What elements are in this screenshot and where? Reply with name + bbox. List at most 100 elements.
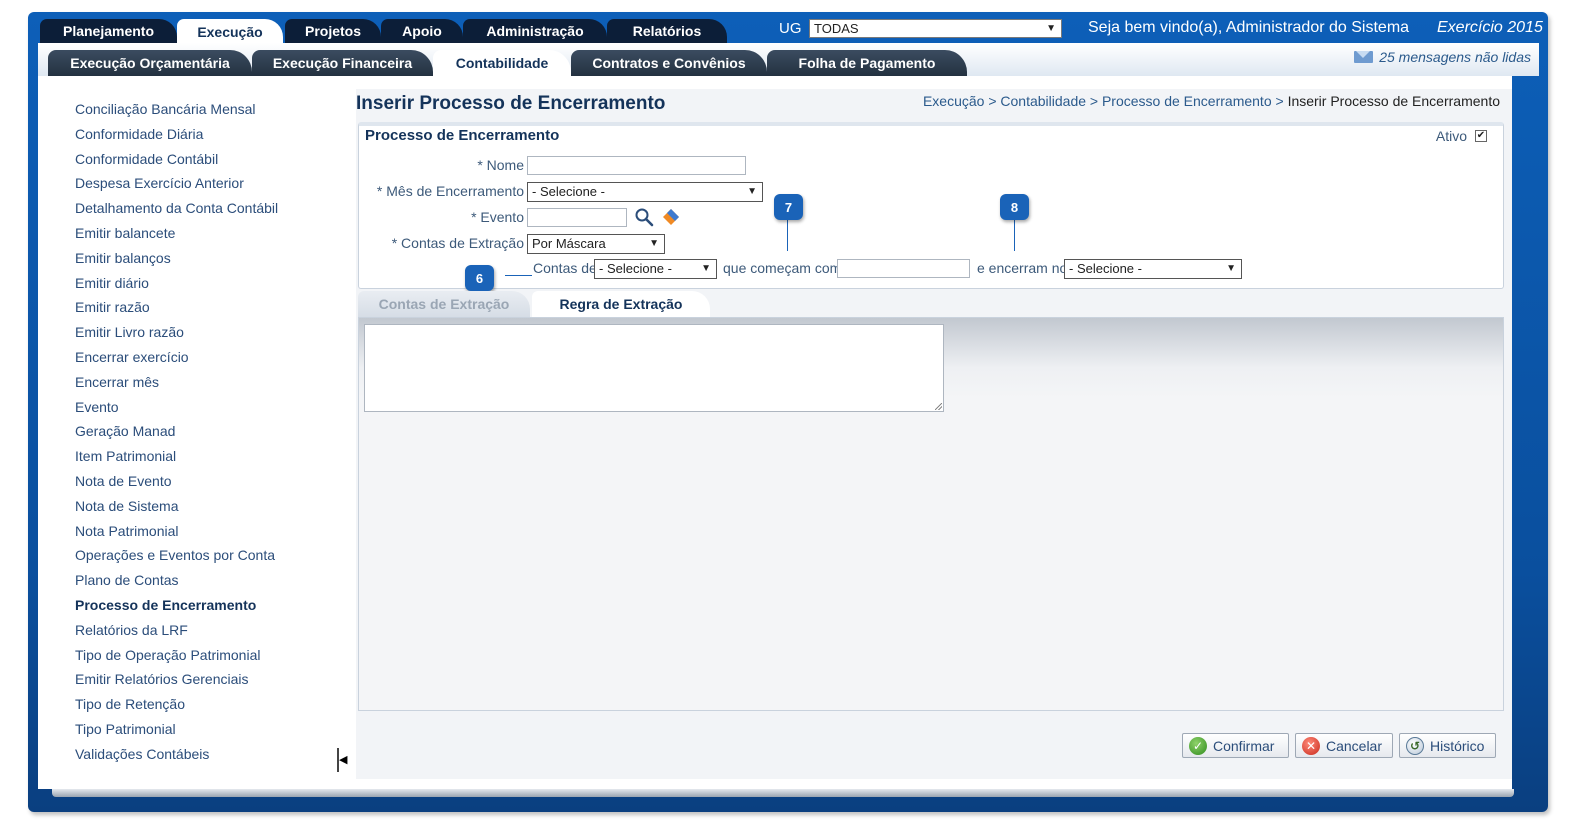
mail-icon bbox=[1354, 51, 1374, 63]
sidebar-item-conformidade-contabil[interactable]: Conformidade Contábil bbox=[75, 147, 355, 172]
dropdown-arrow-icon: ▼ bbox=[747, 186, 757, 197]
comecam-com-label: que começam com bbox=[723, 260, 842, 276]
sub-tab-contabilidade[interactable]: Contabilidade bbox=[433, 50, 571, 76]
cancelar-label: Cancelar bbox=[1325, 737, 1382, 754]
ativo-checkbox[interactable]: ✔ bbox=[1475, 130, 1487, 142]
sidebar-item-tipo-retencao[interactable]: Tipo de Retenção bbox=[75, 692, 355, 717]
sidebar-item-relatorios-lrf[interactable]: Relatórios da LRF bbox=[75, 618, 355, 643]
sidebar-item-emitir-balancos[interactable]: Emitir balanços bbox=[75, 246, 355, 271]
dropdown-arrow-icon: ▼ bbox=[1046, 23, 1056, 34]
encerram-no-label: e encerram no bbox=[977, 260, 1068, 276]
search-icon[interactable] bbox=[634, 207, 654, 227]
dropdown-arrow-icon: ▼ bbox=[1226, 263, 1236, 274]
top-tab-apoio[interactable]: Apoio bbox=[381, 19, 463, 43]
sidebar-item-geracao-manad[interactable]: Geração Manad bbox=[75, 419, 355, 444]
sidebar-item-operacoes-eventos[interactable]: Operações e Eventos por Conta bbox=[75, 543, 355, 568]
confirm-check-icon: ✓ bbox=[1189, 736, 1207, 755]
breadcrumb-current: Inserir Processo de Encerramento bbox=[1287, 93, 1500, 109]
sidebar-item-relatorios-gerenciais[interactable]: Emitir Relatórios Gerenciais bbox=[75, 667, 355, 692]
sub-tab-folha-pagamento[interactable]: Folha de Pagamento bbox=[767, 50, 967, 76]
page-title: Inserir Processo de Encerramento bbox=[356, 93, 666, 114]
ug-select[interactable]: TODAS ▼ bbox=[809, 19, 1062, 38]
sidebar-item-conciliacao-bancaria[interactable]: Conciliação Bancária Mensal bbox=[75, 97, 355, 122]
sidebar-item-despesa-exercicio-anterior[interactable]: Despesa Exercício Anterior bbox=[75, 171, 355, 196]
top-tab-relatorios[interactable]: Relatórios bbox=[607, 19, 727, 43]
confirmar-button[interactable]: ✓ Confirmar bbox=[1182, 733, 1289, 758]
dropdown-arrow-icon: ▼ bbox=[701, 263, 711, 274]
top-tab-execucao[interactable]: Execução bbox=[177, 19, 283, 44]
main-area: Conciliação Bancária Mensal Conformidade… bbox=[38, 76, 1512, 789]
form-panel: Processo de Encerramento Ativo ✔ * Nome … bbox=[358, 122, 1504, 291]
messages-link[interactable]: 25 mensagens não lidas bbox=[1354, 49, 1531, 65]
content-area: Inserir Processo de Encerramento Execuçã… bbox=[356, 89, 1512, 779]
sidebar-item-encerrar-exercicio[interactable]: Encerrar exercício bbox=[75, 345, 355, 370]
sidebar-item-processo-encerramento[interactable]: Processo de Encerramento bbox=[75, 593, 355, 618]
mes-encerramento-label: * Mês de Encerramento bbox=[376, 183, 524, 199]
nome-input[interactable] bbox=[527, 156, 746, 175]
top-tab-projetos[interactable]: Projetos bbox=[285, 19, 381, 43]
historico-button[interactable]: ↺ Histórico bbox=[1399, 733, 1496, 758]
sidebar-item-tipo-operacao-patrimonial[interactable]: Tipo de Operação Patrimonial bbox=[75, 643, 355, 668]
sidebar-item-validacoes-contabeis[interactable]: Validações Contábeis bbox=[75, 742, 355, 767]
callout-8-line bbox=[1014, 220, 1015, 251]
exercicio-label: Exercício 2015 bbox=[1437, 19, 1543, 36]
tag-icon[interactable] bbox=[661, 207, 681, 227]
regra-extracao-textarea[interactable] bbox=[364, 324, 944, 412]
comecam-com-input[interactable] bbox=[837, 259, 970, 278]
sidebar-item-emitir-livro-razao[interactable]: Emitir Livro razão bbox=[75, 320, 355, 345]
sub-tab-contratos-convenios[interactable]: Contratos e Convênios bbox=[571, 50, 767, 76]
sidebar-item-nota-patrimonial[interactable]: Nota Patrimonial bbox=[75, 519, 355, 544]
panel-title: Processo de Encerramento bbox=[365, 127, 560, 144]
tab-contas-extracao[interactable]: Contas de Extração bbox=[358, 291, 530, 317]
top-tab-planejamento[interactable]: Planejamento bbox=[40, 19, 177, 43]
sidebar-item-tipo-patrimonial[interactable]: Tipo Patrimonial bbox=[75, 717, 355, 742]
sidebar-item-conformidade-diaria[interactable]: Conformidade Diária bbox=[75, 122, 355, 147]
nome-label: * Nome bbox=[477, 157, 524, 173]
sidebar-item-emitir-diario[interactable]: Emitir diário bbox=[75, 271, 355, 296]
breadcrumb: Execução > Contabilidade > Processo de E… bbox=[923, 93, 1500, 109]
sidebar-item-emitir-balancete[interactable]: Emitir balancete bbox=[75, 221, 355, 246]
sidebar-item-evento[interactable]: Evento bbox=[75, 395, 355, 420]
callout-6: 6 bbox=[465, 265, 494, 291]
mes-encerramento-value: - Selecione - bbox=[532, 184, 605, 199]
callout-6-line bbox=[505, 275, 532, 276]
sidebar-item-plano-contas[interactable]: Plano de Contas bbox=[75, 568, 355, 593]
contas-extracao-value: Por Máscara bbox=[532, 236, 606, 251]
bottom-shade bbox=[52, 789, 1514, 797]
cancelar-button[interactable]: ✕ Cancelar bbox=[1295, 733, 1393, 758]
sidebar-item-nota-sistema[interactable]: Nota de Sistema bbox=[75, 494, 355, 519]
evento-label: * Evento bbox=[471, 209, 524, 225]
sub-tab-execucao-financeira[interactable]: Execução Financeira bbox=[252, 50, 433, 76]
callout-8: 8 bbox=[1000, 194, 1029, 220]
inner-tabs: Contas de Extração Regra de Extração bbox=[356, 291, 1504, 317]
tab-regra-extracao[interactable]: Regra de Extração bbox=[532, 291, 710, 317]
resize-grip-icon[interactable] bbox=[935, 403, 942, 410]
sidebar-item-emitir-razao[interactable]: Emitir razão bbox=[75, 295, 355, 320]
ativo-toggle: Ativo ✔ bbox=[1436, 128, 1487, 144]
sidebar-collapse-handle[interactable]: ◀ bbox=[337, 748, 347, 772]
ativo-label: Ativo bbox=[1435, 128, 1467, 144]
sidebar-item-item-patrimonial[interactable]: Item Patrimonial bbox=[75, 444, 355, 469]
evento-input[interactable] bbox=[527, 208, 627, 227]
breadcrumb-trail[interactable]: Execução > Contabilidade > Processo de E… bbox=[923, 93, 1288, 109]
contas-extracao-label: * Contas de Extração bbox=[391, 235, 524, 251]
contas-de-value: - Selecione - bbox=[599, 261, 672, 276]
mes-encerramento-select[interactable]: - Selecione - ▼ bbox=[527, 182, 763, 202]
sidebar-item-nota-evento[interactable]: Nota de Evento bbox=[75, 469, 355, 494]
messages-text: 25 mensagens não lidas bbox=[1379, 49, 1531, 65]
callout-7-line bbox=[787, 220, 788, 251]
cancel-x-icon: ✕ bbox=[1302, 736, 1320, 755]
callout-7: 7 bbox=[774, 194, 803, 220]
contas-de-label: Contas de bbox=[533, 260, 597, 276]
sidebar-item-encerrar-mes[interactable]: Encerrar mês bbox=[75, 370, 355, 395]
contas-extracao-select[interactable]: Por Máscara ▼ bbox=[527, 234, 665, 254]
contas-de-select[interactable]: - Selecione - ▼ bbox=[594, 259, 717, 279]
top-tab-administracao[interactable]: Administração bbox=[463, 19, 607, 43]
regra-extracao-panel bbox=[358, 317, 1504, 711]
confirmar-label: Confirmar bbox=[1213, 737, 1275, 754]
sidebar-item-detalhamento-conta[interactable]: Detalhamento da Conta Contábil bbox=[75, 196, 355, 221]
encerram-no-select[interactable]: - Selecione - ▼ bbox=[1064, 259, 1242, 279]
ug-select-value: TODAS bbox=[814, 21, 859, 36]
sub-tab-execucao-orcamentaria[interactable]: Execução Orçamentária bbox=[48, 50, 252, 76]
encerram-no-value: - Selecione - bbox=[1069, 261, 1142, 276]
